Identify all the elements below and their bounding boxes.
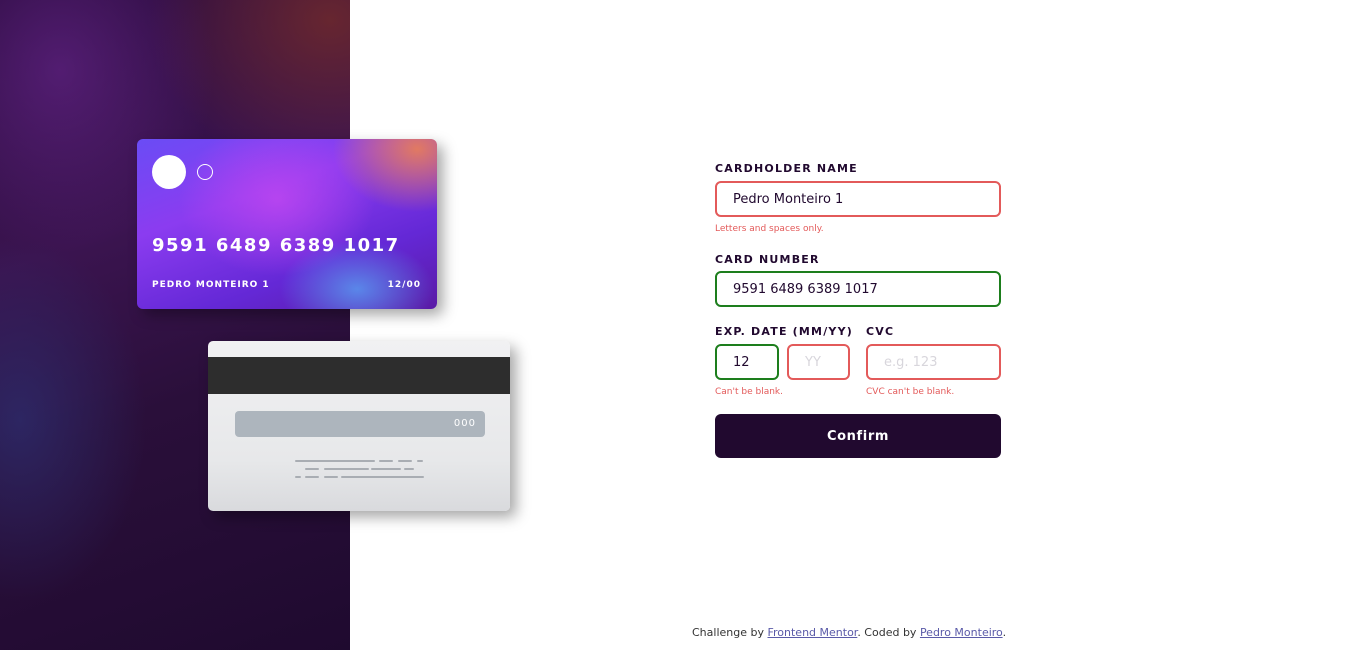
exp-year-input[interactable]: YY — [787, 344, 850, 380]
cardholder-name-input[interactable]: Pedro Monteiro 1 — [715, 181, 1001, 217]
card-front: 9591 6489 6389 1017 PEDRO MONTEIRO 1 12/… — [137, 139, 437, 309]
signature-strip: 000 — [235, 411, 485, 437]
exp-date-label: EXP. DATE (MM/YY) — [715, 325, 853, 338]
frontend-mentor-link[interactable]: Frontend Mentor — [767, 626, 857, 639]
card-logo-outline-circle-icon — [197, 164, 213, 180]
card-front-number: 9591 6489 6389 1017 — [152, 235, 400, 256]
exp-date-error: Can't be blank. — [715, 387, 783, 397]
card-logo-filled-circle-icon — [152, 155, 186, 189]
cvc-input[interactable]: e.g. 123 — [866, 344, 1001, 380]
cardholder-name-error: Letters and spaces only. — [715, 224, 824, 234]
footer-prefix: Challenge by — [692, 626, 768, 639]
card-front-name: PEDRO MONTEIRO 1 — [152, 280, 270, 290]
card-number-label: CARD NUMBER — [715, 253, 820, 266]
attribution-footer: Challenge by Frontend Mentor. Coded by P… — [692, 626, 1006, 639]
cardholder-name-label: CARDHOLDER NAME — [715, 162, 858, 175]
side-background — [0, 0, 350, 650]
exp-month-input[interactable]: 12 — [715, 344, 779, 380]
card-number-value: 9591 6489 6389 1017 — [733, 281, 878, 297]
cvc-placeholder: e.g. 123 — [884, 354, 938, 370]
magnetic-stripe — [208, 357, 510, 394]
cvc-error: CVC can't be blank. — [866, 387, 955, 397]
exp-month-value: 12 — [733, 354, 750, 370]
cvc-label: CVC — [866, 325, 895, 338]
exp-year-placeholder: YY — [805, 354, 821, 370]
card-back: 000 — [208, 341, 510, 511]
cardholder-name-value: Pedro Monteiro 1 — [733, 191, 844, 207]
card-number-input[interactable]: 9591 6489 6389 1017 — [715, 271, 1001, 307]
confirm-button[interactable]: Confirm — [715, 414, 1001, 458]
card-back-cvc: 000 — [453, 418, 476, 429]
footer-suffix: . — [1002, 626, 1007, 639]
card-front-expiry: 12/00 — [387, 280, 421, 290]
author-link[interactable]: Pedro Monteiro — [920, 626, 1003, 639]
footer-middle: . Coded by — [857, 626, 920, 639]
